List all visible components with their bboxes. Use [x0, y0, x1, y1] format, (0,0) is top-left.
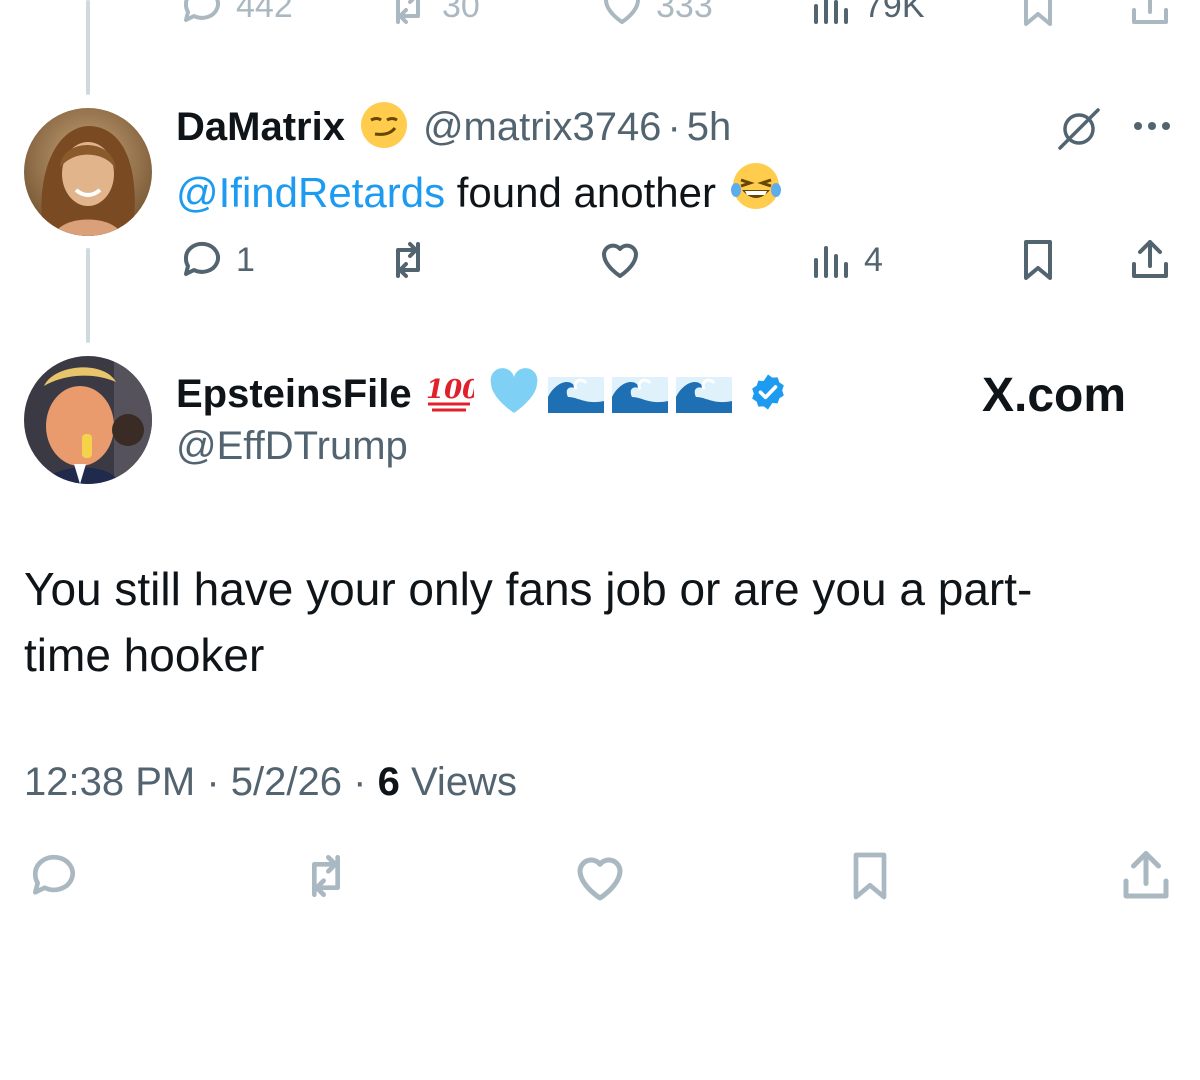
- reply-body: found another: [445, 169, 716, 216]
- reply-time[interactable]: 5h: [687, 105, 732, 150]
- reply-like-button[interactable]: [596, 236, 654, 284]
- main-repost-button[interactable]: [298, 848, 354, 904]
- prev-like-button[interactable]: 333: [598, 0, 713, 30]
- avatar-image: [24, 108, 152, 236]
- main-tweet-views-label: Views: [410, 760, 517, 804]
- thread-line-top: [86, 0, 90, 95]
- share-icon: [1132, 0, 1168, 24]
- prev-reply-button[interactable]: 442: [178, 0, 293, 30]
- more-icon: [1134, 122, 1170, 130]
- reply-reply-count: 1: [236, 240, 255, 279]
- reply-views-count: 4: [864, 240, 883, 279]
- avatar-image: [24, 356, 152, 484]
- reply-share-button[interactable]: [1126, 236, 1174, 284]
- main-author-name[interactable]: EpsteinsFile: [176, 372, 412, 417]
- like-icon: [604, 0, 640, 24]
- prev-like-count: 333: [656, 0, 713, 25]
- svg-text:100: 100: [426, 375, 474, 405]
- main-tweet-body-line-2: time hooker: [24, 629, 265, 681]
- share-icon: [1123, 851, 1169, 899]
- main-share-button[interactable]: [1116, 846, 1176, 906]
- reply-reply-button[interactable]: 1: [178, 236, 255, 284]
- reply-text: @IfindRetards found another: [176, 160, 782, 226]
- prev-views-count: 79K: [864, 0, 925, 25]
- water-wave-emoji-icon: [674, 367, 734, 422]
- main-tweet-body: You still have your only fans job or are…: [24, 556, 1174, 688]
- reply-icon: [32, 854, 75, 895]
- main-tweet-views-count: 6: [377, 760, 400, 804]
- main-avatar[interactable]: [24, 356, 152, 484]
- reply-repost-button[interactable]: [384, 236, 442, 284]
- grok-icon: [1058, 108, 1100, 150]
- main-bookmark-button[interactable]: [842, 848, 898, 904]
- hundred-points-emoji-icon: 100: [424, 370, 480, 419]
- reply-avatar[interactable]: [24, 108, 152, 236]
- share-icon: [1132, 240, 1168, 278]
- views-icon: [814, 246, 848, 278]
- main-tweet-meta: 12:38 PM · 5/2/26 · 6 Views: [24, 760, 517, 805]
- laughing-emoji-icon: [730, 160, 782, 226]
- reply-header: DaMatrix @matrix3746 · 5h: [176, 100, 732, 155]
- main-header: EpsteinsFile 100: [176, 366, 788, 422]
- reply-icon: [183, 0, 220, 22]
- main-author-handle[interactable]: @EffDTrump: [176, 424, 408, 469]
- like-icon: [602, 243, 638, 278]
- prev-reply-count: 442: [236, 0, 293, 25]
- prev-share-button[interactable]: [1126, 0, 1174, 30]
- meta-separator: ·: [206, 760, 220, 804]
- main-tweet-time[interactable]: 12:38 PM: [24, 760, 195, 804]
- reply-icon: [183, 241, 220, 276]
- reply-mention-link[interactable]: @IfindRetards: [176, 165, 445, 221]
- main-tweet-body-line-1: You still have your only fans job or are…: [24, 563, 1033, 615]
- repost-icon: [396, 242, 420, 278]
- smirk-emoji-icon: [359, 100, 409, 155]
- reply-separator: ·: [667, 104, 681, 149]
- prev-repost-button[interactable]: 30: [384, 0, 480, 30]
- meta-separator: ·: [353, 760, 367, 804]
- repost-icon: [396, 0, 420, 24]
- water-wave-emoji-icon: [610, 367, 670, 422]
- bookmark-icon: [853, 852, 887, 900]
- thread-line-mid: [86, 248, 90, 343]
- like-icon: [577, 857, 623, 901]
- water-wave-emoji-icon: [546, 367, 606, 422]
- light-blue-heart-emoji-icon: [488, 367, 540, 422]
- x-com-watermark: X.com: [982, 369, 1127, 422]
- main-like-button[interactable]: [570, 848, 630, 908]
- grok-button[interactable]: [1054, 104, 1104, 154]
- more-button[interactable]: [1130, 114, 1174, 138]
- prev-bookmark-button[interactable]: [1014, 0, 1062, 30]
- prev-views-button[interactable]: 79K: [806, 0, 925, 30]
- main-tweet-date[interactable]: 5/2/26: [231, 760, 342, 804]
- main-reply-button[interactable]: [26, 848, 82, 904]
- reply-views-button[interactable]: 4: [806, 236, 883, 284]
- verified-badge-icon[interactable]: [748, 372, 788, 417]
- views-icon: [814, 0, 848, 24]
- prev-repost-count: 30: [442, 0, 480, 25]
- reply-author-handle[interactable]: @matrix3746: [423, 105, 661, 150]
- repost-icon: [312, 855, 340, 897]
- bookmark-icon: [1024, 0, 1052, 26]
- reply-author-name[interactable]: DaMatrix: [176, 105, 345, 150]
- reply-bookmark-button[interactable]: [1014, 236, 1062, 284]
- bookmark-icon: [1024, 240, 1052, 280]
